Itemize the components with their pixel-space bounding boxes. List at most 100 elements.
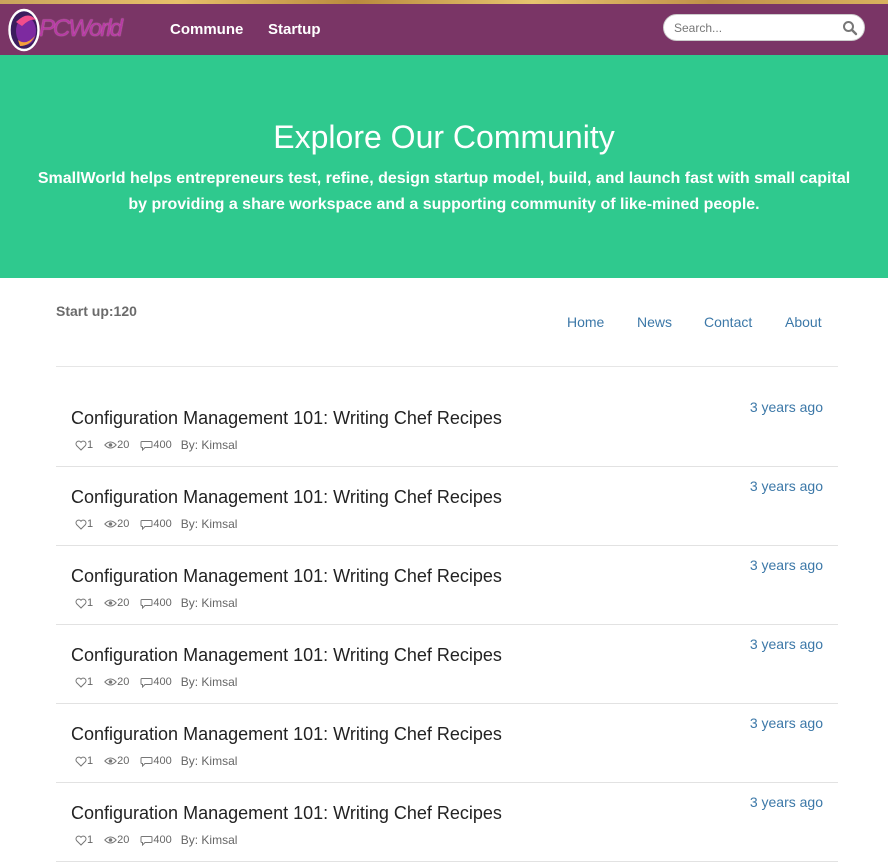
- views-count: 20: [117, 755, 130, 767]
- post-time: 3 years ago: [749, 636, 823, 652]
- post-item: Configuration Management 101: Writing Ch…: [56, 546, 838, 625]
- post-item: Configuration Management 101: Writing Ch…: [56, 467, 838, 546]
- post-title[interactable]: Configuration Management 101: Writing Ch…: [71, 644, 502, 666]
- comments-stat[interactable]: 400: [140, 518, 172, 530]
- post-meta: 1 20 400 By: Kimsal: [75, 438, 237, 452]
- views-count: 20: [117, 439, 130, 451]
- comments-count: 400: [153, 597, 172, 609]
- nav-startup[interactable]: Startup: [268, 21, 321, 39]
- top-navbar: PCWorld Commune Startup: [0, 0, 888, 55]
- comments-count: 400: [153, 518, 172, 530]
- post-title[interactable]: Configuration Management 101: Writing Ch…: [71, 802, 502, 824]
- heart-icon: [75, 835, 87, 846]
- hero-title: Explore Our Community: [273, 119, 615, 155]
- like-count: 1: [87, 676, 94, 688]
- views-count: 20: [117, 518, 130, 530]
- post-time: 3 years ago: [749, 715, 823, 731]
- eye-icon: [104, 441, 118, 449]
- post-author[interactable]: By: Kimsal: [181, 675, 238, 689]
- heart-icon: [75, 519, 87, 530]
- views-stat: 20: [104, 834, 129, 846]
- post-meta: 1 20 400 By: Kimsal: [75, 833, 237, 847]
- logo-text: PCWorld: [39, 15, 123, 42]
- post-title[interactable]: Configuration Management 101: Writing Ch…: [71, 565, 502, 587]
- like-stat[interactable]: 1: [75, 755, 93, 767]
- eye-icon: [104, 757, 118, 765]
- like-count: 1: [87, 439, 94, 451]
- comment-icon: [140, 519, 153, 530]
- comments-count: 400: [153, 755, 172, 767]
- post-title[interactable]: Configuration Management 101: Writing Ch…: [71, 486, 502, 508]
- post-item: Configuration Management 101: Writing Ch…: [56, 625, 838, 704]
- post-time: 3 years ago: [749, 794, 823, 810]
- comments-stat[interactable]: 400: [140, 676, 172, 688]
- search-icon[interactable]: [842, 20, 858, 36]
- hero-subtitle: SmallWorld helps entrepreneurs test, ref…: [37, 170, 851, 213]
- post-time: 3 years ago: [749, 557, 823, 573]
- post-author[interactable]: By: Kimsal: [181, 833, 238, 847]
- post-author[interactable]: By: Kimsal: [181, 596, 238, 610]
- nav-commune[interactable]: Commune: [170, 21, 243, 39]
- heart-icon: [75, 440, 87, 451]
- comments-count: 400: [153, 834, 172, 846]
- heart-icon: [75, 677, 87, 688]
- like-stat[interactable]: 1: [75, 439, 93, 451]
- like-stat[interactable]: 1: [75, 518, 93, 530]
- like-count: 1: [87, 597, 94, 609]
- comment-icon: [140, 598, 153, 609]
- like-stat[interactable]: 1: [75, 676, 93, 688]
- post-meta: 1 20 400 By: Kimsal: [75, 675, 237, 689]
- comment-icon: [140, 756, 153, 767]
- comments-stat[interactable]: 400: [140, 439, 172, 451]
- views-stat: 20: [104, 676, 129, 688]
- post-author[interactable]: By: Kimsal: [181, 754, 238, 768]
- comments-stat[interactable]: 400: [140, 834, 172, 846]
- views-stat: 20: [104, 518, 129, 530]
- post-item: Configuration Management 101: Writing Ch…: [56, 783, 838, 862]
- eye-icon: [104, 599, 118, 607]
- subnav-contact[interactable]: Contact: [704, 314, 752, 330]
- header-banner-strip: [0, 0, 888, 4]
- comment-icon: [140, 835, 153, 846]
- views-count: 20: [117, 676, 130, 688]
- like-stat[interactable]: 1: [75, 834, 93, 846]
- post-time: 3 years ago: [749, 478, 823, 494]
- comment-icon: [140, 440, 153, 451]
- search-input[interactable]: [674, 19, 834, 37]
- post-item: Configuration Management 101: Writing Ch…: [56, 388, 838, 467]
- eye-icon: [104, 678, 118, 686]
- views-count: 20: [117, 597, 130, 609]
- post-title[interactable]: Configuration Management 101: Writing Ch…: [71, 723, 502, 745]
- post-time: 3 years ago: [749, 399, 823, 415]
- views-stat: 20: [104, 755, 129, 767]
- logo-ring-icon: [8, 8, 40, 52]
- like-stat[interactable]: 1: [75, 597, 93, 609]
- post-meta: 1 20 400 By: Kimsal: [75, 517, 237, 531]
- eye-icon: [104, 520, 118, 528]
- views-stat: 20: [104, 597, 129, 609]
- heart-icon: [75, 598, 87, 609]
- comment-icon: [140, 677, 153, 688]
- comments-count: 400: [153, 439, 172, 451]
- subnav-about[interactable]: About: [785, 314, 822, 330]
- subnav-home[interactable]: Home: [567, 314, 604, 330]
- post-list: Configuration Management 101: Writing Ch…: [56, 388, 838, 862]
- post-meta: 1 20 400 By: Kimsal: [75, 596, 237, 610]
- post-author[interactable]: By: Kimsal: [181, 438, 238, 452]
- site-logo[interactable]: PCWorld: [8, 6, 124, 52]
- eye-icon: [104, 836, 118, 844]
- post-meta: 1 20 400 By: Kimsal: [75, 754, 237, 768]
- comments-stat[interactable]: 400: [140, 755, 172, 767]
- like-count: 1: [87, 518, 94, 530]
- comments-stat[interactable]: 400: [140, 597, 172, 609]
- comments-count: 400: [153, 676, 172, 688]
- startup-count: Start up:120: [56, 303, 137, 319]
- post-item: Configuration Management 101: Writing Ch…: [56, 704, 838, 783]
- search-box: [663, 14, 865, 41]
- views-stat: 20: [104, 439, 129, 451]
- subnav-news[interactable]: News: [637, 314, 672, 330]
- post-title[interactable]: Configuration Management 101: Writing Ch…: [71, 407, 502, 429]
- section-divider: [56, 366, 838, 367]
- heart-icon: [75, 756, 87, 767]
- post-author[interactable]: By: Kimsal: [181, 517, 238, 531]
